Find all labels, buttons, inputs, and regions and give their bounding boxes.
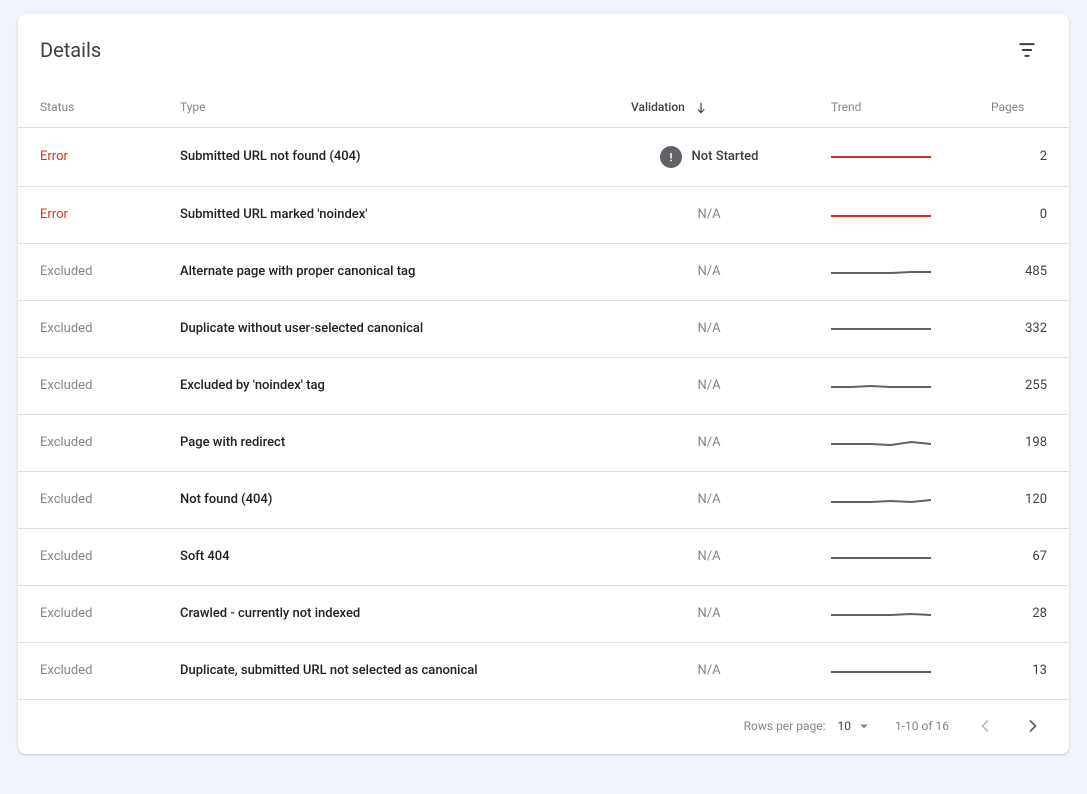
- validation-label: Not Started: [692, 149, 759, 164]
- next-page-button[interactable]: [1019, 712, 1047, 740]
- trend-sparkline: [831, 376, 931, 396]
- trend-sparkline: [831, 262, 931, 282]
- pages-count: 0: [969, 186, 1069, 243]
- page-range: 1-10 of 16: [895, 719, 949, 733]
- table-row[interactable]: Excluded Duplicate, submitted URL not sel…: [18, 642, 1069, 699]
- rows-per-page-select[interactable]: 10: [837, 717, 873, 735]
- pages-count: 332: [969, 300, 1069, 357]
- status-label: Excluded: [40, 378, 92, 393]
- trend-sparkline: [831, 319, 931, 339]
- col-header-validation-label: Validation: [631, 100, 685, 114]
- pages-count: 13: [969, 642, 1069, 699]
- validation-na: N/A: [631, 492, 787, 507]
- chevron-left-icon: [975, 716, 995, 736]
- issue-type: Excluded by 'noindex' tag: [180, 378, 325, 393]
- col-header-type[interactable]: Type: [158, 88, 609, 127]
- table-row[interactable]: Excluded Alternate page with proper canon…: [18, 243, 1069, 300]
- trend-sparkline: [831, 547, 931, 567]
- table-row[interactable]: Excluded Duplicate without user-selected …: [18, 300, 1069, 357]
- issue-type: Not found (404): [180, 492, 272, 507]
- validation-na: N/A: [631, 207, 787, 222]
- validation-na: N/A: [631, 378, 787, 393]
- status-label: Excluded: [40, 606, 92, 621]
- table-row[interactable]: Error Submitted URL not found (404) Not St…: [18, 127, 1069, 186]
- card-title: Details: [40, 38, 101, 62]
- card-header: Details: [18, 14, 1069, 88]
- validation-badge: Not Started: [660, 146, 759, 168]
- col-header-validation[interactable]: Validation: [609, 88, 809, 127]
- status-label: Excluded: [40, 549, 92, 564]
- issue-type: Submitted URL not found (404): [180, 149, 361, 164]
- issue-type: Submitted URL marked 'noindex': [180, 207, 367, 222]
- pagination-nav: [971, 712, 1047, 740]
- details-card: Details Status Type Validation: [18, 14, 1069, 754]
- validation-na: N/A: [631, 663, 787, 678]
- trend-sparkline: [831, 433, 931, 453]
- status-label: Excluded: [40, 264, 92, 279]
- table-row[interactable]: Excluded Page with redirect N/A 198: [18, 414, 1069, 471]
- issue-type: Soft 404: [180, 549, 230, 564]
- pages-count: 67: [969, 528, 1069, 585]
- dropdown-icon: [855, 717, 873, 735]
- status-label: Excluded: [40, 663, 92, 678]
- prev-page-button: [971, 712, 999, 740]
- validation-na: N/A: [631, 606, 787, 621]
- table-row[interactable]: Excluded Not found (404) N/A 120: [18, 471, 1069, 528]
- status-label: Excluded: [40, 321, 92, 336]
- validation-na: N/A: [631, 549, 787, 564]
- trend-sparkline: [831, 490, 931, 510]
- details-table: Status Type Validation Trend Pages Error…: [18, 88, 1069, 700]
- col-header-trend[interactable]: Trend: [809, 88, 969, 127]
- pages-count: 2: [969, 127, 1069, 186]
- pages-count: 485: [969, 243, 1069, 300]
- chevron-right-icon: [1023, 716, 1043, 736]
- table-row[interactable]: Excluded Crawled - currently not indexed N…: [18, 585, 1069, 642]
- pages-count: 28: [969, 585, 1069, 642]
- table-row[interactable]: Excluded Soft 404 N/A 67: [18, 528, 1069, 585]
- status-label: Excluded: [40, 435, 92, 450]
- issue-type: Duplicate, submitted URL not selected as…: [180, 663, 478, 678]
- issue-type: Duplicate without user-selected canonica…: [180, 321, 423, 336]
- trend-sparkline: [831, 147, 931, 167]
- table-row[interactable]: Excluded Excluded by 'noindex' tag N/A 255: [18, 357, 1069, 414]
- sort-arrow-down-icon: [694, 101, 708, 115]
- col-header-status[interactable]: Status: [18, 88, 158, 127]
- trend-sparkline: [831, 661, 931, 681]
- pagination-bar: Rows per page: 10 1-10 of 16: [18, 700, 1069, 754]
- col-header-pages[interactable]: Pages: [969, 88, 1069, 127]
- trend-sparkline: [831, 604, 931, 624]
- validation-na: N/A: [631, 321, 787, 336]
- issue-type: Alternate page with proper canonical tag: [180, 264, 415, 279]
- rows-per-page-value: 10: [837, 719, 851, 733]
- status-label: Error: [40, 149, 68, 164]
- pages-count: 198: [969, 414, 1069, 471]
- filter-button[interactable]: [1007, 30, 1047, 70]
- rows-per-page-label: Rows per page:: [744, 719, 826, 733]
- filter-icon: [1017, 40, 1037, 60]
- table-row[interactable]: Error Submitted URL marked 'noindex' N/A 0: [18, 186, 1069, 243]
- rows-per-page: Rows per page: 10: [744, 717, 873, 735]
- trend-sparkline: [831, 205, 931, 225]
- issue-type: Page with redirect: [180, 435, 285, 450]
- pages-count: 255: [969, 357, 1069, 414]
- alert-icon: [660, 146, 682, 168]
- issue-type: Crawled - currently not indexed: [180, 606, 360, 621]
- pages-count: 120: [969, 471, 1069, 528]
- status-label: Error: [40, 207, 68, 222]
- status-label: Excluded: [40, 492, 92, 507]
- validation-na: N/A: [631, 264, 787, 279]
- validation-na: N/A: [631, 435, 787, 450]
